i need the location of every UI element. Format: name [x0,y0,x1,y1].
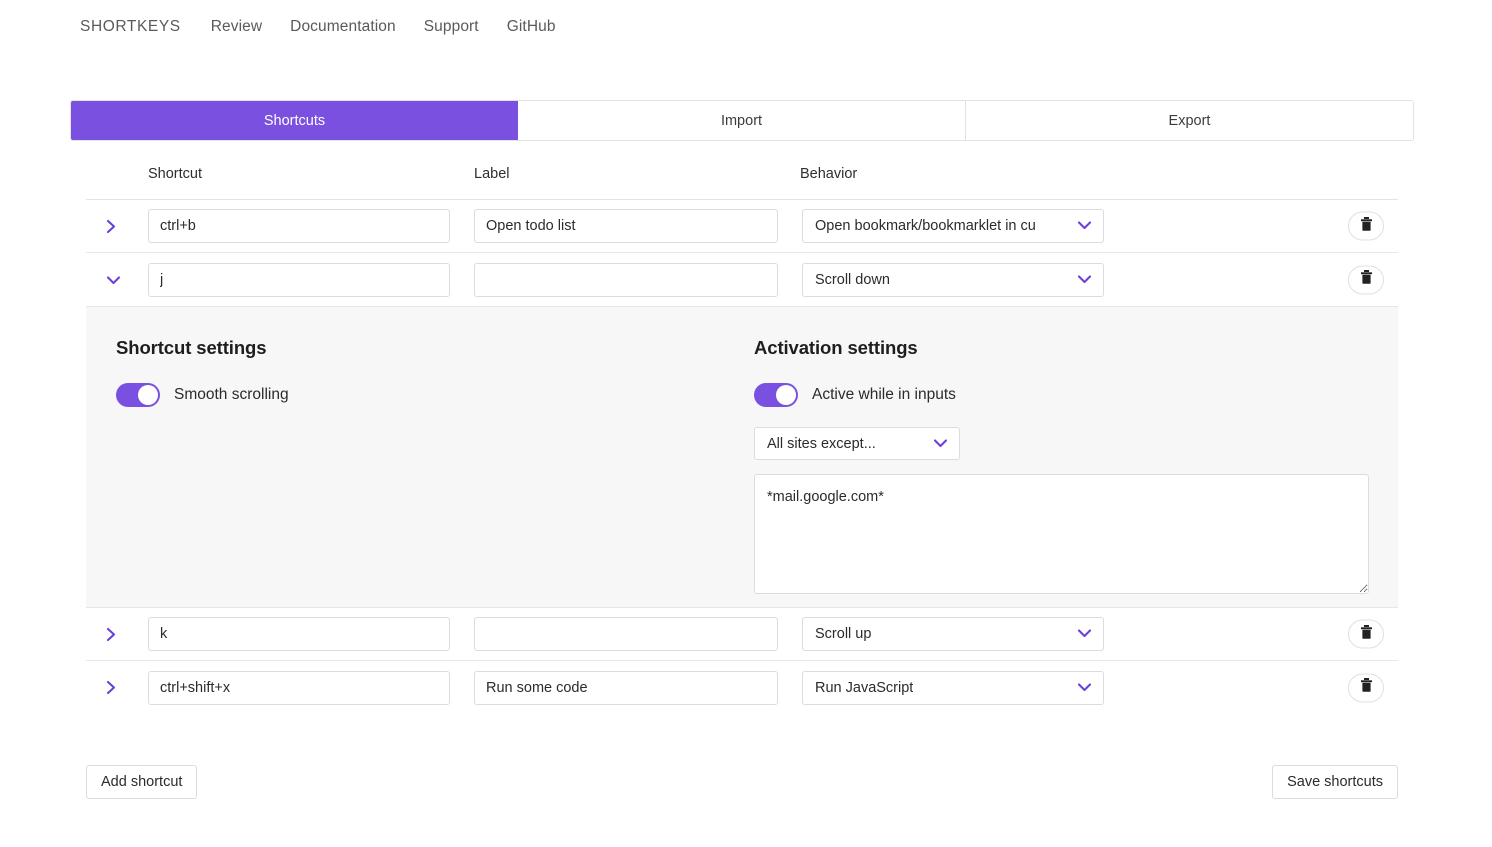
chevron-down-icon [1077,272,1092,288]
shortcut-list: Open bookmark/bookmarklet in cu S [86,200,1398,714]
active-in-inputs-toggle[interactable] [754,383,798,407]
chevron-down-icon [1077,626,1092,642]
column-header-shortcut: Shortcut [148,166,202,182]
shortcut-input[interactable] [148,262,450,297]
table-header: Shortcut Label Behavior [86,166,1398,200]
smooth-scrolling-row: Smooth scrolling [116,383,289,407]
shortcut-input[interactable] [148,209,450,243]
delete-shortcut-button[interactable] [1348,211,1384,241]
active-in-inputs-label: Active while in inputs [812,386,956,403]
trash-icon [1360,678,1373,698]
trash-icon [1360,270,1373,290]
expand-toggle-row-1[interactable] [86,275,132,285]
table-row: Scroll down [86,253,1398,306]
chevron-right-icon [106,219,117,234]
table-row: Open bookmark/bookmarklet in cu [86,200,1398,253]
toggle-knob [138,385,158,405]
activation-settings-title: Activation settings [754,337,918,358]
table-row: Scroll up [86,608,1398,661]
chevron-down-icon [933,436,948,452]
tab-bar: Shortcuts Import Export [70,100,1414,141]
toggle-knob [776,385,796,405]
table-row: Run JavaScript [86,661,1398,714]
shortcut-input[interactable] [148,617,450,651]
tab-import[interactable]: Import [518,101,966,140]
sites-textarea[interactable]: *mail.google.com* [754,474,1369,594]
label-input[interactable] [474,262,778,297]
tab-shortcuts[interactable]: Shortcuts [71,101,518,140]
delete-shortcut-button[interactable] [1348,673,1384,702]
delete-shortcut-button[interactable] [1348,619,1384,649]
expand-toggle-row-0[interactable] [86,219,132,234]
tab-export[interactable]: Export [966,101,1413,140]
chevron-right-icon [106,680,117,695]
behavior-select[interactable]: Run JavaScript [802,670,1104,705]
delete-shortcut-button[interactable] [1348,265,1384,294]
site-scope-select[interactable]: All sites except... [754,427,960,460]
nav-link-shortkeys[interactable]: SHORTKEYS [80,18,181,36]
smooth-scrolling-toggle[interactable] [116,383,160,407]
nav-link-review[interactable]: Review [211,18,262,36]
shortcut-settings-title: Shortcut settings [116,337,267,358]
chevron-down-icon [106,275,121,285]
chevron-right-icon [106,627,117,642]
behavior-select-value: Scroll up [815,626,872,642]
behavior-select-value: Run JavaScript [815,679,914,696]
behavior-select[interactable]: Open bookmark/bookmarklet in cu [802,209,1104,243]
behavior-select-value: Scroll down [815,271,890,288]
nav-link-github[interactable]: GitHub [507,18,556,36]
save-shortcuts-button[interactable]: Save shortcuts [1272,765,1398,799]
shortkeys-options-page: SHORTKEYS Review Documentation Support G… [0,0,1492,847]
chevron-down-icon [1077,680,1092,696]
nav-link-support[interactable]: Support [424,18,479,36]
expand-toggle-row-3[interactable] [86,680,132,695]
trash-icon [1360,216,1373,236]
column-header-behavior: Behavior [800,166,858,182]
behavior-select[interactable]: Scroll up [802,617,1104,651]
trash-icon [1360,624,1373,644]
footer-actions: Add shortcut Save shortcuts [86,765,1398,799]
expand-toggle-row-2[interactable] [86,627,132,642]
active-in-inputs-row: Active while in inputs [754,383,956,407]
label-input[interactable] [474,670,778,705]
column-header-label: Label [474,166,510,182]
label-input[interactable] [474,617,778,651]
site-scope-value: All sites except... [767,435,876,452]
top-navigation: SHORTKEYS Review Documentation Support G… [0,0,1492,54]
label-input[interactable] [474,209,778,243]
behavior-select[interactable]: Scroll down [802,262,1104,297]
chevron-down-icon [1077,218,1092,234]
smooth-scrolling-label: Smooth scrolling [174,386,289,403]
shortcut-input[interactable] [148,670,450,705]
add-shortcut-button[interactable]: Add shortcut [86,765,198,799]
nav-link-documentation[interactable]: Documentation [290,18,396,36]
behavior-select-value: Open bookmark/bookmarklet in cu [815,218,1036,234]
shortcut-settings-panel: Shortcut settings Smooth scrolling Activ… [86,306,1398,608]
